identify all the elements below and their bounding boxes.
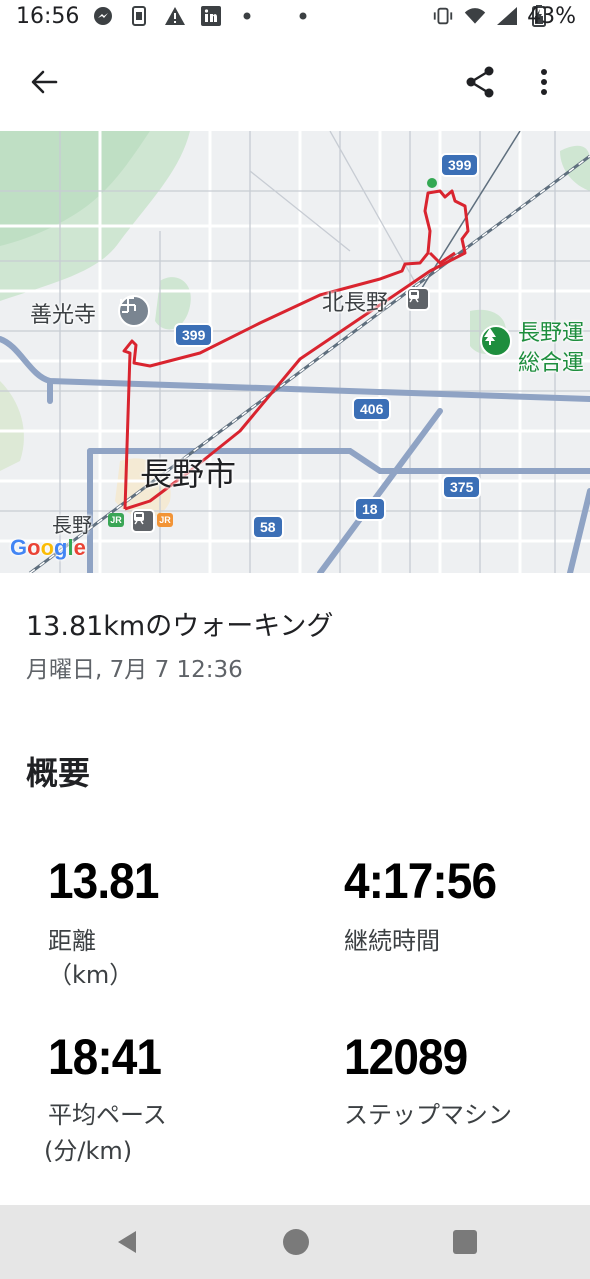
route-start-marker xyxy=(427,178,437,188)
messenger-icon xyxy=(92,5,114,27)
more-vert-icon xyxy=(541,69,547,95)
dot-icon xyxy=(292,5,314,27)
pace-value: 18:41 xyxy=(48,1029,162,1085)
map-label-park-line2: 総合運 xyxy=(518,351,585,376)
nagano-station-icon[interactable] xyxy=(131,509,155,533)
activity-title: 13.81kmのウォーキング xyxy=(26,611,334,642)
app-bar xyxy=(0,38,590,130)
wifi-icon xyxy=(464,5,486,27)
google-logo: Google xyxy=(10,535,86,560)
route-map[interactable]: 善光寺 北長野 長野市 長野 長野運 総合運 JR JR 399 399 406… xyxy=(0,131,590,573)
vibrate-icon xyxy=(432,5,454,27)
jr-icon: JR xyxy=(108,513,124,527)
distance-value: 13.81 xyxy=(48,853,159,909)
road-badge-18: 18 xyxy=(354,497,386,521)
nav-recents-icon[interactable] xyxy=(452,1229,478,1255)
system-nav-bar xyxy=(0,1205,590,1279)
share-icon xyxy=(466,66,494,98)
back-button[interactable] xyxy=(22,60,66,104)
overview-title: 概要 xyxy=(26,754,91,792)
activity-date: 月曜日, 7月 7 12:36 xyxy=(26,657,243,683)
steps-label: ステップマシン xyxy=(344,1101,512,1129)
road-badge-406: 406 xyxy=(352,397,392,421)
road-badge-399-north: 399 xyxy=(440,153,480,177)
temple-icon[interactable] xyxy=(118,295,150,327)
share-button[interactable] xyxy=(458,60,502,104)
map-label-nagano-station: 長野 xyxy=(52,513,92,537)
distance-label: 距離 xyxy=(48,927,96,955)
road-badge-399-west: 399 xyxy=(174,323,214,347)
more-options-button[interactable] xyxy=(522,60,566,104)
map-label-kita-nagano: 北長野 xyxy=(322,291,389,316)
pace-label: 平均ペース xyxy=(48,1101,167,1129)
map-label-nagano-city: 長野市 xyxy=(140,455,237,493)
jr-east-icon: JR xyxy=(157,513,173,527)
signal-icon xyxy=(496,5,518,27)
nav-back-icon[interactable] xyxy=(112,1227,142,1257)
map-label-park-line1: 長野運 xyxy=(518,321,585,346)
warning-icon xyxy=(164,5,186,27)
duration-label: 継続時間 xyxy=(344,927,440,955)
map-label-zenkoji: 善光寺 xyxy=(30,303,97,328)
sim-icon xyxy=(128,5,150,27)
kita-nagano-station-icon[interactable] xyxy=(406,287,430,311)
distance-unit: （km） xyxy=(48,961,134,989)
road-badge-375: 375 xyxy=(442,475,482,499)
status-bar: 16:56 43% xyxy=(0,0,590,38)
park-icon[interactable] xyxy=(480,325,512,357)
status-time: 16:56 xyxy=(16,4,80,29)
battery-percentage: 43% xyxy=(527,4,576,29)
pace-unit: (分/km) xyxy=(44,1137,133,1165)
arrow-back-icon xyxy=(31,70,58,94)
dot-icon xyxy=(236,5,258,27)
linkedin-icon xyxy=(200,5,222,27)
nav-home-icon[interactable] xyxy=(281,1227,311,1257)
steps-value: 12089 xyxy=(344,1029,468,1085)
road-badge-58: 58 xyxy=(252,515,284,539)
duration-value: 4:17:56 xyxy=(344,853,497,909)
